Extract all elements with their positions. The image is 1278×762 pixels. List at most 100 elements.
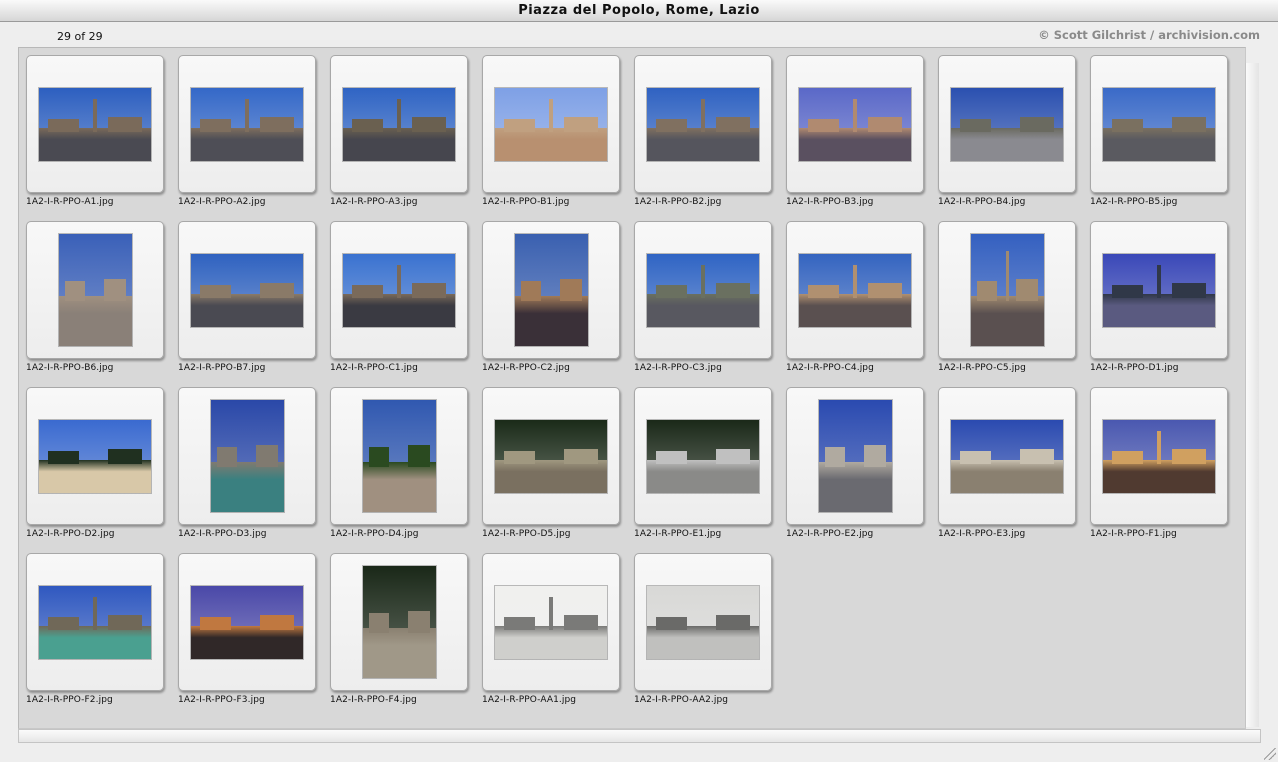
slide-mount[interactable] bbox=[634, 221, 772, 359]
slide-mount[interactable] bbox=[26, 55, 164, 193]
slide-mount[interactable] bbox=[634, 553, 772, 691]
thumbnail-filename: 1A2-I-R-PPO-A3.jpg bbox=[330, 197, 418, 207]
thumbnail-image[interactable] bbox=[647, 586, 759, 659]
slide-mount[interactable] bbox=[938, 221, 1076, 359]
slide-mount[interactable] bbox=[178, 221, 316, 359]
thumbnail-item[interactable]: 1A2-I-R-PPO-AA2.jpg bbox=[634, 553, 774, 716]
thumbnail-filename: 1A2-I-R-PPO-D1.jpg bbox=[1090, 363, 1179, 373]
thumbnail-item[interactable]: 1A2-I-R-PPO-B3.jpg bbox=[786, 55, 926, 218]
thumbnail-item[interactable]: 1A2-I-R-PPO-A2.jpg bbox=[178, 55, 318, 218]
thumbnail-filename: 1A2-I-R-PPO-C4.jpg bbox=[786, 363, 874, 373]
slide-mount[interactable] bbox=[1090, 387, 1228, 525]
slide-mount[interactable] bbox=[330, 55, 468, 193]
thumbnail-item[interactable]: 1A2-I-R-PPO-E2.jpg bbox=[786, 387, 926, 550]
thumbnail-item[interactable]: 1A2-I-R-PPO-D4.jpg bbox=[330, 387, 470, 550]
slide-mount[interactable] bbox=[482, 387, 620, 525]
thumbnail-filename: 1A2-I-R-PPO-F2.jpg bbox=[26, 695, 113, 705]
slide-mount[interactable] bbox=[1090, 221, 1228, 359]
slide-mount[interactable] bbox=[938, 55, 1076, 193]
vertical-scrollbar[interactable] bbox=[1245, 63, 1259, 727]
thumbnail-image[interactable] bbox=[647, 420, 759, 493]
thumbnail-item[interactable]: 1A2-I-R-PPO-C5.jpg bbox=[938, 221, 1078, 384]
thumbnail-item[interactable]: 1A2-I-R-PPO-F4.jpg bbox=[330, 553, 470, 716]
slide-mount[interactable] bbox=[634, 387, 772, 525]
slide-mount[interactable] bbox=[178, 55, 316, 193]
thumbnail-item[interactable]: 1A2-I-R-PPO-D3.jpg bbox=[178, 387, 318, 550]
slide-mount[interactable] bbox=[786, 55, 924, 193]
thumbnail-image[interactable] bbox=[1103, 254, 1215, 327]
thumbnail-image[interactable] bbox=[951, 88, 1063, 161]
thumbnail-item[interactable]: 1A2-I-R-PPO-C1.jpg bbox=[330, 221, 470, 384]
thumbnail-item[interactable]: 1A2-I-R-PPO-C3.jpg bbox=[634, 221, 774, 384]
slide-mount[interactable] bbox=[330, 553, 468, 691]
thumbnail-image[interactable] bbox=[1103, 88, 1215, 161]
thumbnail-item[interactable]: 1A2-I-R-PPO-A3.jpg bbox=[330, 55, 470, 218]
thumbnail-image[interactable] bbox=[799, 254, 911, 327]
slide-mount[interactable] bbox=[26, 553, 164, 691]
thumbnail-item[interactable]: 1A2-I-R-PPO-C4.jpg bbox=[786, 221, 926, 384]
slide-mount[interactable] bbox=[482, 221, 620, 359]
thumbnail-image[interactable] bbox=[363, 566, 436, 678]
slide-mount[interactable] bbox=[634, 55, 772, 193]
thumbnail-image[interactable] bbox=[971, 234, 1044, 346]
thumbnail-item[interactable]: 1A2-I-R-PPO-F2.jpg bbox=[26, 553, 166, 716]
thumbnail-image[interactable] bbox=[495, 586, 607, 659]
thumbnail-image[interactable] bbox=[515, 234, 588, 346]
thumbnail-image[interactable] bbox=[39, 586, 151, 659]
thumbnail-item[interactable]: 1A2-I-R-PPO-C2.jpg bbox=[482, 221, 622, 384]
thumbnail-image[interactable] bbox=[363, 400, 436, 512]
thumbnail-item[interactable]: 1A2-I-R-PPO-D2.jpg bbox=[26, 387, 166, 550]
slide-mount[interactable] bbox=[178, 553, 316, 691]
thumbnail-filename: 1A2-I-R-PPO-E2.jpg bbox=[786, 529, 874, 539]
slide-mount[interactable] bbox=[938, 387, 1076, 525]
thumbnail-image[interactable] bbox=[819, 400, 892, 512]
thumbnail-filename: 1A2-I-R-PPO-AA1.jpg bbox=[482, 695, 577, 705]
thumbnail-filename: 1A2-I-R-PPO-D2.jpg bbox=[26, 529, 115, 539]
slide-mount[interactable] bbox=[786, 221, 924, 359]
thumbnail-image[interactable] bbox=[39, 88, 151, 161]
thumbnail-item[interactable]: 1A2-I-R-PPO-D5.jpg bbox=[482, 387, 622, 550]
thumbnail-image[interactable] bbox=[799, 88, 911, 161]
horizontal-scrollbar[interactable] bbox=[18, 729, 1261, 743]
slide-mount[interactable] bbox=[482, 55, 620, 193]
thumbnail-image[interactable] bbox=[951, 420, 1063, 493]
thumbnail-item[interactable]: 1A2-I-R-PPO-B2.jpg bbox=[634, 55, 774, 218]
thumbnail-image[interactable] bbox=[39, 420, 151, 493]
thumbnail-item[interactable]: 1A2-I-R-PPO-B6.jpg bbox=[26, 221, 166, 384]
slide-mount[interactable] bbox=[330, 221, 468, 359]
thumbnail-item[interactable]: 1A2-I-R-PPO-A1.jpg bbox=[26, 55, 166, 218]
slide-mount[interactable] bbox=[482, 553, 620, 691]
thumbnail-image[interactable] bbox=[211, 400, 284, 512]
slide-mount[interactable] bbox=[26, 221, 164, 359]
window-title-bar[interactable]: Piazza del Popolo, Rome, Lazio bbox=[0, 0, 1278, 22]
thumbnail-item[interactable]: 1A2-I-R-PPO-E1.jpg bbox=[634, 387, 774, 550]
thumbnail-image[interactable] bbox=[343, 254, 455, 327]
thumbnail-image[interactable] bbox=[495, 88, 607, 161]
thumbnail-item[interactable]: 1A2-I-R-PPO-AA1.jpg bbox=[482, 553, 622, 716]
thumbnail-item[interactable]: 1A2-I-R-PPO-B5.jpg bbox=[1090, 55, 1230, 218]
slide-mount[interactable] bbox=[178, 387, 316, 525]
thumbnail-image[interactable] bbox=[59, 234, 132, 346]
thumbnail-image[interactable] bbox=[191, 88, 303, 161]
thumbnail-item[interactable]: 1A2-I-R-PPO-F1.jpg bbox=[1090, 387, 1230, 550]
thumbnail-filename: 1A2-I-R-PPO-B4.jpg bbox=[938, 197, 1026, 207]
thumbnail-image[interactable] bbox=[495, 420, 607, 493]
thumbnail-item[interactable]: 1A2-I-R-PPO-B4.jpg bbox=[938, 55, 1078, 218]
thumbnail-item[interactable]: 1A2-I-R-PPO-B1.jpg bbox=[482, 55, 622, 218]
resize-grip-icon[interactable] bbox=[1264, 748, 1276, 760]
thumbnail-image[interactable] bbox=[343, 88, 455, 161]
thumbnail-item[interactable]: 1A2-I-R-PPO-B7.jpg bbox=[178, 221, 318, 384]
thumbnail-image[interactable] bbox=[647, 254, 759, 327]
slide-mount[interactable] bbox=[1090, 55, 1228, 193]
thumbnail-item[interactable]: 1A2-I-R-PPO-D1.jpg bbox=[1090, 221, 1230, 384]
thumbnail-image[interactable] bbox=[191, 254, 303, 327]
thumbnail-image[interactable] bbox=[191, 586, 303, 659]
thumbnail-image[interactable] bbox=[1103, 420, 1215, 493]
slide-mount[interactable] bbox=[26, 387, 164, 525]
slide-mount[interactable] bbox=[330, 387, 468, 525]
thumbnail-image[interactable] bbox=[647, 88, 759, 161]
thumbnail-item[interactable]: 1A2-I-R-PPO-F3.jpg bbox=[178, 553, 318, 716]
thumbnail-filename: 1A2-I-R-PPO-A1.jpg bbox=[26, 197, 114, 207]
thumbnail-item[interactable]: 1A2-I-R-PPO-E3.jpg bbox=[938, 387, 1078, 550]
slide-mount[interactable] bbox=[786, 387, 924, 525]
